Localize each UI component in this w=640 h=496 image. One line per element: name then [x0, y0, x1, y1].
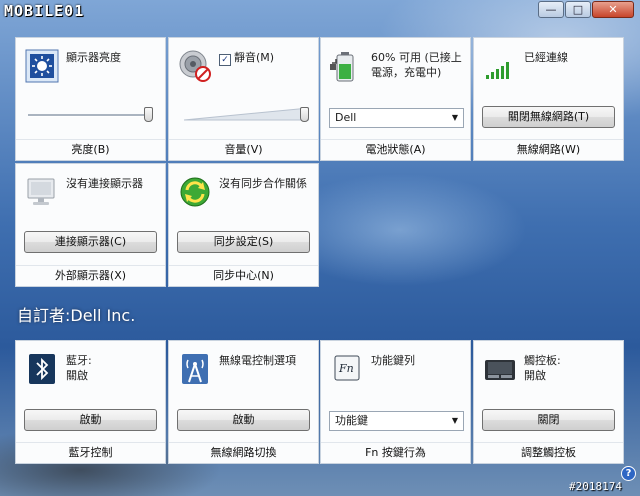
- power-plan-select[interactable]: Dell ▼: [329, 108, 464, 128]
- touchpad-disable-button[interactable]: 關閉: [482, 409, 615, 431]
- tile-brightness: 顯示器亮度 亮度(B): [15, 37, 166, 161]
- help-icon[interactable]: ?: [621, 466, 636, 481]
- tile-touchpad: 觸控板: 開啟 關閉 調整觸控板: [473, 340, 624, 464]
- brightness-slider-thumb[interactable]: [144, 107, 153, 122]
- tile-external-display: 沒有連接顯示器 連接顯示器(C) 外部顯示器(X): [15, 163, 166, 287]
- battery-footer-link[interactable]: 電池狀態(A): [321, 139, 470, 160]
- svg-text:Fn: Fn: [338, 362, 354, 375]
- bluetooth-status: 關啟: [66, 369, 88, 382]
- mute-checkbox[interactable]: ✓: [219, 54, 231, 66]
- wireless-status-text: 已經連線: [524, 51, 568, 64]
- sync-footer-link[interactable]: 同步中心(N): [169, 265, 318, 286]
- antenna-icon: [177, 351, 213, 387]
- tile-wireless: 已經連線 關閉無線網路(T) 無線網路(W): [473, 37, 624, 161]
- external-monitor-icon: [24, 174, 60, 210]
- chevron-down-icon: ▼: [451, 113, 458, 122]
- wireless-switch-title: 無線電控制選項: [219, 354, 296, 367]
- close-icon: ✕: [608, 3, 618, 16]
- maximize-button[interactable]: □: [565, 1, 591, 18]
- minimize-button[interactable]: —: [538, 1, 564, 18]
- touchpad-icon: [482, 351, 518, 387]
- minimize-icon: —: [545, 3, 557, 16]
- bluetooth-enable-button[interactable]: 啟動: [24, 409, 157, 431]
- bluetooth-footer-link[interactable]: 藍牙控制: [16, 442, 165, 463]
- bluetooth-label: 藍牙:: [66, 354, 92, 367]
- display-footer-link[interactable]: 外部顯示器(X): [16, 265, 165, 286]
- fn-behavior-value: 功能鍵: [335, 414, 368, 427]
- wireless-switch-enable-button[interactable]: 啟動: [177, 409, 310, 431]
- logo: MOBILE01: [4, 2, 85, 20]
- fn-behavior-select[interactable]: 功能鍵 ▼: [329, 411, 464, 431]
- chevron-down-icon: ▼: [451, 416, 458, 425]
- bluetooth-icon: [24, 351, 60, 387]
- wireless-switch-footer-link[interactable]: 無線網路切換: [169, 442, 318, 463]
- connect-display-button[interactable]: 連接顯示器(C): [24, 231, 157, 253]
- sync-status-text: 沒有同步合作關係: [219, 177, 307, 190]
- brightness-title: 顯示器亮度: [66, 51, 121, 64]
- window-controls: — □ ✕: [538, 1, 634, 18]
- volume-slider-track[interactable]: [184, 106, 309, 122]
- maximize-icon: □: [572, 3, 584, 16]
- fn-title: 功能鍵列: [371, 354, 415, 367]
- sync-settings-button[interactable]: 同步設定(S): [177, 231, 310, 253]
- watermark: #2018174: [569, 480, 622, 493]
- touchpad-footer-link[interactable]: 調整觸控板: [474, 442, 623, 463]
- signal-bars-icon: [482, 48, 518, 84]
- tile-sync-center: 沒有同步合作關係 同步設定(S) 同步中心(N): [168, 163, 319, 287]
- touchpad-title: 觸控板: 開啟: [524, 353, 617, 383]
- brightness-slider-track[interactable]: [28, 114, 153, 117]
- power-plan-value: Dell: [335, 111, 357, 124]
- disable-wireless-button[interactable]: 關閉無線網路(T): [482, 106, 615, 128]
- brightness-footer-link[interactable]: 亮度(B): [16, 139, 165, 160]
- tile-wireless-switch: 無線電控制選項 啟動 無線網路切換: [168, 340, 319, 464]
- wireless-footer-link[interactable]: 無線網路(W): [474, 139, 623, 160]
- close-button[interactable]: ✕: [592, 1, 634, 18]
- volume-slider-thumb[interactable]: [300, 107, 309, 122]
- tile-battery: 60% 可用 (已接上電源，充電中) Dell ▼ 電池狀態(A): [320, 37, 471, 161]
- tile-fn-key: Fn 功能鍵列 功能鍵 ▼ Fn 按鍵行為: [320, 340, 471, 464]
- volume-footer-link[interactable]: 音量(V): [169, 139, 318, 160]
- tile-volume: ✓ 靜音(M) 音量(V): [168, 37, 319, 161]
- mute-label: 靜音(M): [234, 51, 275, 64]
- display-status-text: 沒有連接顯示器: [66, 177, 143, 190]
- fn-key-icon: Fn: [329, 351, 365, 387]
- custom-by-label: 自訂者:Dell Inc.: [17, 306, 136, 325]
- mute-checkbox-row[interactable]: ✓ 靜音(M): [219, 50, 312, 66]
- touchpad-status: 開啟: [524, 369, 546, 382]
- monitor-brightness-icon: [24, 48, 60, 84]
- speaker-muted-icon: [177, 48, 213, 84]
- bluetooth-title: 藍牙: 關啟: [66, 353, 159, 383]
- fn-footer-link[interactable]: Fn 按鍵行為: [321, 442, 470, 463]
- battery-charging-icon: [329, 48, 365, 84]
- battery-status-text: 60% 可用 (已接上電源，充電中): [371, 51, 462, 79]
- touchpad-label: 觸控板:: [524, 354, 561, 367]
- tile-bluetooth: 藍牙: 關啟 啟動 藍牙控制: [15, 340, 166, 464]
- sync-icon: [177, 174, 213, 210]
